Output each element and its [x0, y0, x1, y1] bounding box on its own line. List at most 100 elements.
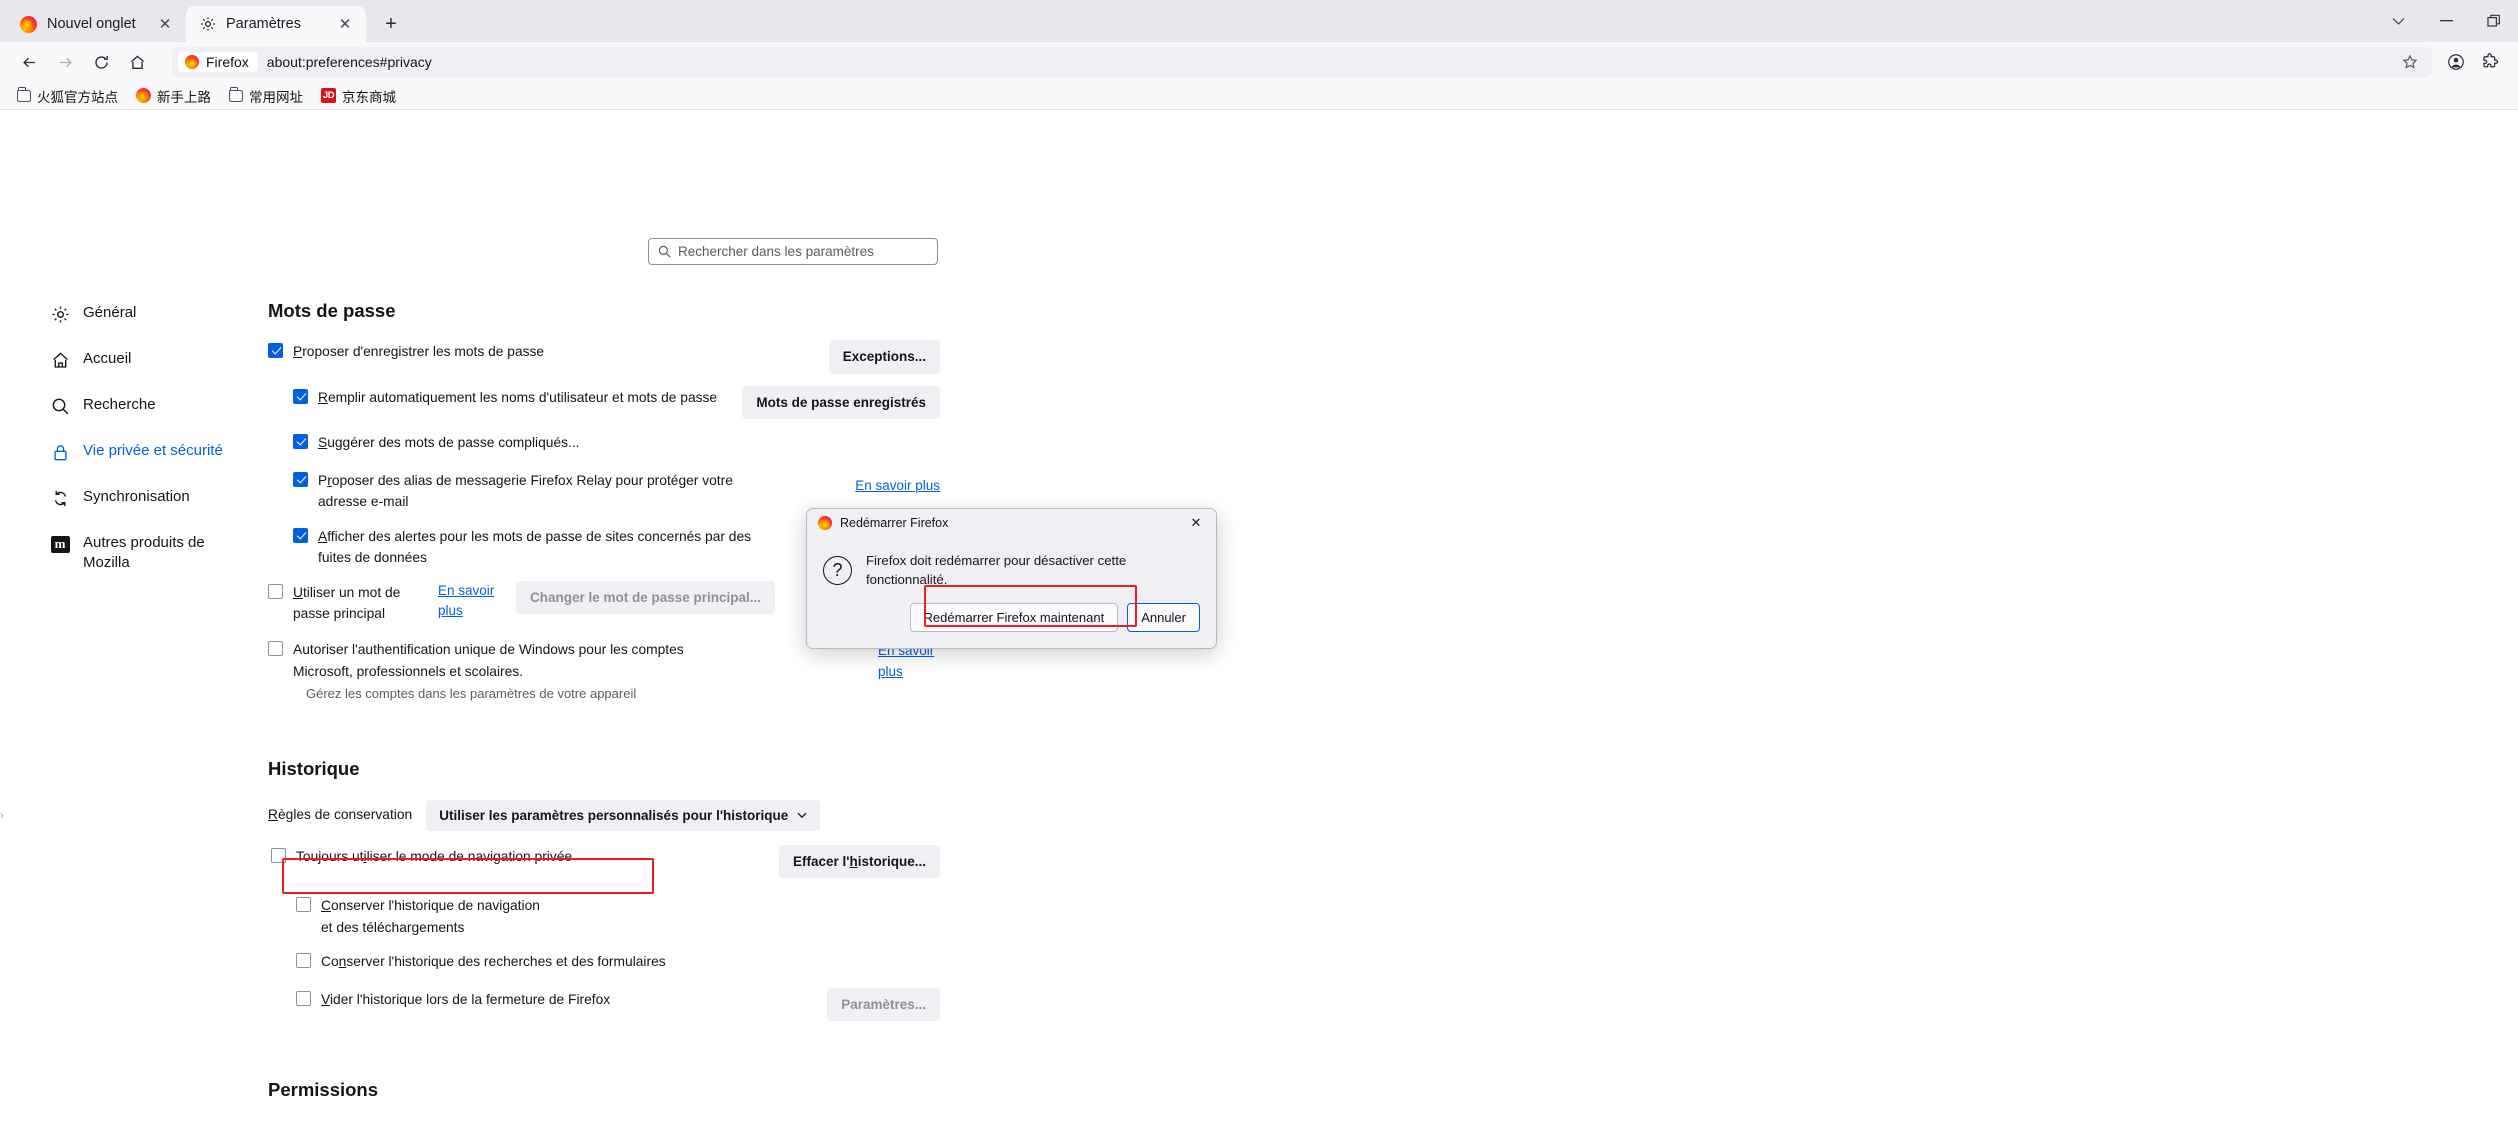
list-all-tabs-chevron-down-icon[interactable] — [2374, 0, 2422, 42]
page-edge-mark: › — [0, 810, 4, 822]
setting-label: Toujours utiliser le mode de navigation … — [296, 848, 573, 864]
checkbox-keep-browsing-history[interactable] — [296, 897, 311, 913]
sidebar-item-search[interactable]: Recherche — [40, 387, 258, 424]
setting-row-autofill-logins: Remplir automatiquement les noms d'utili… — [268, 385, 940, 420]
restore-window-icon[interactable] — [2470, 0, 2518, 42]
account-icon[interactable] — [2440, 46, 2472, 78]
firefox-logo-icon — [136, 88, 151, 103]
sidebar-item-general[interactable]: Général — [40, 295, 258, 332]
history-settings-button: Paramètres... — [827, 987, 940, 1022]
setting-label: PProposer d'enregistrer les mots de pass… — [293, 344, 545, 359]
setting-label: Suggérer des mots de passe compliqués... — [318, 435, 580, 451]
bookmark-label: 常用网址 — [249, 89, 303, 105]
saved-passwords-button[interactable]: Mots de passe enregistrés — [742, 385, 940, 420]
search-placeholder: Rechercher dans les paramètres — [678, 244, 874, 259]
bookmark-item[interactable]: 新手上路 — [129, 83, 218, 109]
checkbox-clear-history-on-close[interactable] — [296, 990, 311, 1006]
history-mode-dropdown[interactable]: Utiliser les paramètres personnalisés po… — [426, 799, 821, 831]
retention-label: Règles de conservation — [268, 807, 413, 823]
windows-sso-sublabel: Gérez les comptes dans les paramètres de… — [306, 686, 637, 702]
checkbox-suggest-strong-passwords[interactable] — [293, 434, 308, 450]
exceptions-button[interactable]: Exceptions... — [828, 340, 940, 374]
firefox-logo-icon — [185, 55, 199, 69]
clear-history-button[interactable]: Effacer l'historique... — [778, 844, 940, 879]
dialog-title: Redémarrer Firefox — [840, 516, 949, 530]
folder-icon — [229, 87, 243, 102]
tab-strip: Nouvel onglet ✕ Paramètres ✕ + — [0, 0, 2518, 42]
checkbox-always-private-browsing[interactable] — [271, 847, 286, 863]
settings-sidebar: Général Accueil Recherche Vie privée et … — [40, 295, 258, 590]
settings-search[interactable]: Rechercher dans les paramètres — [648, 238, 938, 265]
folder-icon — [17, 87, 31, 102]
dropdown-value: Utiliser les paramètres personnalisés po… — [439, 807, 789, 823]
bookmark-star-icon[interactable] — [2396, 49, 2424, 75]
setting-row-keep-browsing-history: Conserver l'historique de navigation et … — [268, 894, 940, 938]
bookmark-item[interactable]: JD 京东商城 — [314, 83, 403, 109]
history-retention-row: Règles de conservation Utiliser les para… — [268, 799, 940, 831]
setting-row-firefox-relay: Proposer des alias de messagerie Firefox… — [268, 469, 940, 513]
change-primary-password-button: Changer le mot de passe principal... — [516, 580, 776, 615]
checkbox-windows-sso[interactable] — [268, 641, 283, 657]
bookmark-label: 新手上路 — [157, 89, 211, 105]
cancel-button[interactable]: Annuler — [1127, 603, 1200, 633]
checkbox-firefox-relay[interactable] — [293, 472, 308, 488]
checkbox-primary-password[interactable] — [268, 583, 283, 599]
setting-label: Conserver l'historique des recherches et… — [321, 953, 666, 969]
reload-icon[interactable] — [84, 46, 118, 78]
home-icon — [50, 350, 70, 370]
checkbox-keep-search-form-history[interactable] — [296, 952, 311, 968]
search-icon — [50, 396, 70, 416]
back-arrow-icon[interactable] — [12, 46, 46, 78]
sidebar-item-privacy-security[interactable]: Vie privée et sécurité — [40, 433, 258, 470]
checkbox-offer-save-passwords[interactable] — [268, 343, 283, 358]
browser-tab-settings[interactable]: Paramètres ✕ — [186, 6, 366, 42]
setting-row-keep-search-form-history: Conserver l'historique des recherches et… — [268, 950, 940, 976]
home-icon[interactable] — [120, 46, 154, 78]
sidebar-item-label: Synchronisation — [83, 488, 190, 505]
restart-firefox-dialog: Redémarrer Firefox ✕ ? Firefox doit redé… — [806, 508, 1217, 650]
jd-icon: JD — [321, 88, 336, 103]
lock-icon — [50, 442, 70, 462]
minimize-window-icon[interactable] — [2422, 0, 2470, 42]
gear-icon — [50, 304, 70, 324]
sidebar-item-label: Autres produits de Mozilla — [83, 534, 205, 571]
setting-row-offer-save-passwords: PProposer d'enregistrer les mots de pass… — [268, 340, 940, 374]
learn-more-link[interactable]: En savoir plus — [438, 581, 502, 622]
search-icon — [658, 245, 671, 258]
learn-more-link[interactable]: En savoir plus — [855, 476, 940, 496]
bookmark-label: 京东商城 — [342, 89, 396, 105]
toolbar-right-icons — [2440, 46, 2506, 78]
setting-label: Afficher des alertes pour les mots de pa… — [318, 528, 752, 566]
bookmark-item[interactable]: 常用网址 — [222, 83, 310, 109]
gear-icon — [200, 16, 216, 32]
restart-firefox-now-button[interactable]: Redémarrer Firefox maintenant — [909, 603, 1119, 633]
setting-label: Autoriser l'authentification unique de W… — [293, 642, 684, 679]
url-chip-label: Firefox — [206, 54, 249, 70]
sidebar-item-home[interactable]: Accueil — [40, 341, 258, 378]
window-controls — [2374, 0, 2518, 42]
question-mark-icon: ? — [823, 555, 852, 585]
checkbox-autofill-logins[interactable] — [293, 388, 308, 404]
navigation-toolbar: Firefox about:preferences#privacy — [0, 42, 2518, 82]
new-tab-button[interactable]: + — [376, 9, 406, 39]
close-dialog-icon[interactable]: ✕ — [1184, 512, 1208, 534]
mozilla-logo-icon: m — [50, 534, 70, 554]
sidebar-item-mozilla-products[interactable]: m Autres produits de Mozilla — [40, 525, 258, 581]
dialog-message: Firefox doit redémarrer pour désactiver … — [866, 553, 1127, 588]
dialog-body: ? Firefox doit redémarrer pour désactive… — [807, 537, 1216, 599]
close-tab-icon[interactable]: ✕ — [154, 13, 176, 35]
checkbox-breach-alerts[interactable] — [293, 527, 308, 543]
bookmark-item[interactable]: 火狐官方站点 — [10, 83, 125, 109]
close-tab-icon[interactable]: ✕ — [334, 13, 356, 35]
sidebar-item-label: Recherche — [83, 396, 156, 413]
dialog-titlebar: Redémarrer Firefox ✕ — [807, 509, 1216, 537]
browser-tab-new-tab[interactable]: Nouvel onglet ✕ — [6, 6, 186, 42]
extensions-icon[interactable] — [2474, 46, 2506, 78]
sidebar-item-sync[interactable]: Synchronisation — [40, 479, 258, 516]
url-text[interactable]: about:preferences#privacy — [267, 54, 2387, 70]
firefox-logo-icon — [20, 15, 37, 33]
url-bar[interactable]: Firefox about:preferences#privacy — [172, 47, 2432, 77]
setting-row-suggest-strong-passwords: Suggérer des mots de passe compliqués... — [268, 431, 940, 457]
settings-page: Rechercher dans les paramètres Général A… — [0, 110, 2518, 1121]
section-title-passwords: Mots de passe — [268, 300, 396, 321]
